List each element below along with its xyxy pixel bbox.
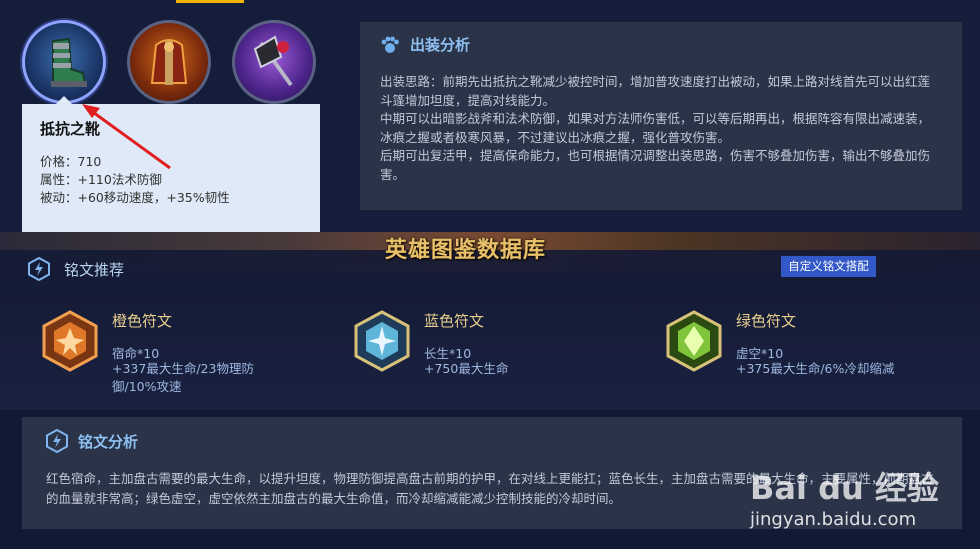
- rune-stat: +750最大生命: [424, 361, 509, 376]
- rune-color-name: 绿色符文: [736, 312, 797, 330]
- tooltip-passive: 被动：+60移动速度，+35%韧性: [40, 190, 230, 205]
- rune-analysis-text: 红色宿命，主加盘古需要的最大生命，以提升坦度，物理防御提高盘古前期的护甲，在对线…: [46, 471, 934, 506]
- rune-color-name: 橙色符文: [112, 312, 173, 330]
- item-shadow-axe-icon[interactable]: [232, 20, 316, 104]
- item-boots-of-resistance-icon[interactable]: [22, 20, 106, 104]
- boot-icon: [51, 37, 87, 87]
- axe-icon: [253, 35, 293, 87]
- item-crimson-cloak-icon[interactable]: [127, 20, 211, 104]
- rune-color-name: 蓝色符文: [424, 312, 485, 330]
- rune-hexagon-icon: [46, 429, 68, 453]
- rune-analysis-title: 铭文分析: [46, 429, 938, 453]
- build-line: 中期可以出暗影战斧和法术防御，如果对方法师伤害低，可以等后期再出，根据阵容有限出…: [380, 111, 931, 145]
- cloak-icon: [150, 39, 188, 85]
- green-rune-icon: [666, 310, 722, 372]
- tooltip-item-name: 抵抗之靴: [40, 120, 101, 138]
- build-line: 出装思路：前期先出抵抗之靴减少被控时间，增加普攻速度打出被动，如果上路对线首先可…: [380, 74, 931, 108]
- tooltip-attribute: 属性：+110法术防御: [40, 172, 162, 187]
- paw-icon: [381, 36, 399, 53]
- rune-section-title: 铭文推荐: [64, 260, 125, 279]
- build-analysis-title: 出装分析: [380, 34, 942, 55]
- build-analysis-panel: 出装分析 出装思路：前期先出抵抗之靴减少被控时间，增加普攻速度打出被动，如果上路…: [360, 22, 962, 210]
- active-tab-indicator: [176, 0, 244, 3]
- build-analysis-text: 出装思路：前期先出抵抗之靴减少被控时间，增加普攻速度打出被动，如果上路对线首先可…: [380, 73, 942, 184]
- rune-analysis-panel: 铭文分析 红色宿命，主加盘古需要的最大生命，以提升坦度，物理防御提高盘古前期的护…: [22, 417, 962, 529]
- build-analysis-label: 出装分析: [410, 36, 471, 54]
- build-line: 后期可出复活甲，提高保命能力，也可根据情况调整出装思路，伤害不够叠加伤害，输出不…: [380, 148, 931, 182]
- rune-stat: +375最大生命/6%冷却缩减: [736, 361, 895, 376]
- custom-rune-button[interactable]: 自定义铭文搭配: [781, 256, 876, 277]
- rune-hexagon-icon: [28, 257, 50, 281]
- tooltip-price: 价格：710: [40, 154, 102, 169]
- item-tooltip: 抵抗之靴 价格：710 属性：+110法术防御 被动：+60移动速度，+35%韧…: [22, 104, 320, 244]
- rune-section-header: 铭文推荐: [28, 257, 124, 281]
- orange-rune-icon: [42, 310, 98, 372]
- rune-analysis-label: 铭文分析: [78, 432, 139, 451]
- blue-rune-icon: [354, 310, 410, 372]
- banner-title: 英雄图鉴数据库: [385, 238, 547, 263]
- rune-stat: +337最大生命/23物理防御/10%攻速: [112, 361, 254, 394]
